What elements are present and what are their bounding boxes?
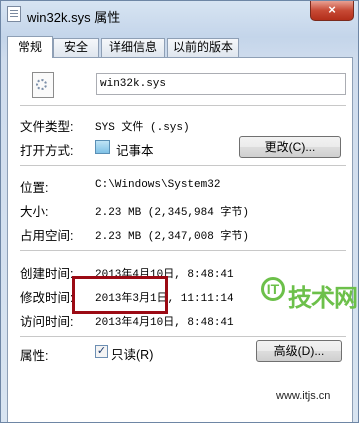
readonly-highlight-box: [72, 276, 168, 314]
readonly-checkbox[interactable]: ✓: [95, 345, 108, 358]
tab-details[interactable]: 详细信息: [101, 38, 165, 57]
separator: [20, 250, 346, 251]
tab-general[interactable]: 常规: [7, 36, 53, 58]
tab-strip: 常规 安全 详细信息 以前的版本: [7, 36, 347, 58]
size-on-disk-label: 占用空间:: [20, 229, 74, 243]
size-on-disk-value: 2.23 MB (2,347,008 字节): [95, 231, 250, 243]
system-file-gear-icon: [32, 72, 54, 98]
file-type-label: 文件类型:: [20, 120, 74, 134]
attributes-label: 属性:: [20, 349, 49, 363]
tab-previous-versions[interactable]: 以前的版本: [167, 38, 239, 57]
site-watermark: IT 技术网 www.itjs.cn: [256, 277, 358, 417]
size-value: 2.23 MB (2,345,984 字节): [95, 207, 250, 219]
size-label: 大小:: [20, 205, 49, 219]
location-label: 位置:: [20, 181, 49, 195]
tab-security[interactable]: 安全: [53, 38, 99, 57]
notepad-icon: [95, 140, 110, 154]
opens-with-value: 记事本: [116, 144, 154, 158]
modified-label: 修改时间:: [20, 291, 74, 305]
file-name-input[interactable]: win32k.sys: [96, 73, 346, 95]
separator: [20, 105, 346, 106]
watermark-url: www.itjs.cn: [276, 390, 331, 402]
window-title: win32k.sys 属性: [27, 10, 121, 25]
title-bar[interactable]: win32k.sys 属性 ×: [1, 1, 358, 31]
location-value: C:\Windows\System32: [95, 179, 221, 191]
file-type-value: SYS 文件 (.sys): [95, 122, 190, 134]
document-icon: [7, 6, 21, 22]
readonly-label[interactable]: 只读(R): [111, 344, 153, 363]
watermark-logo-icon: IT: [261, 277, 285, 301]
separator: [20, 165, 346, 166]
properties-window: win32k.sys 属性 × 常规 安全 详细信息 以前的版本 win32k.…: [0, 0, 359, 423]
close-button[interactable]: ×: [310, 1, 354, 21]
created-label: 创建时间:: [20, 267, 74, 281]
watermark-brand: 技术网: [288, 285, 358, 312]
opens-with-label: 打开方式:: [20, 144, 74, 158]
accessed-value: 2013年4月10日, 8:48:41: [95, 317, 234, 329]
accessed-label: 访问时间:: [20, 315, 74, 329]
change-button[interactable]: 更改(C)...: [239, 136, 341, 158]
